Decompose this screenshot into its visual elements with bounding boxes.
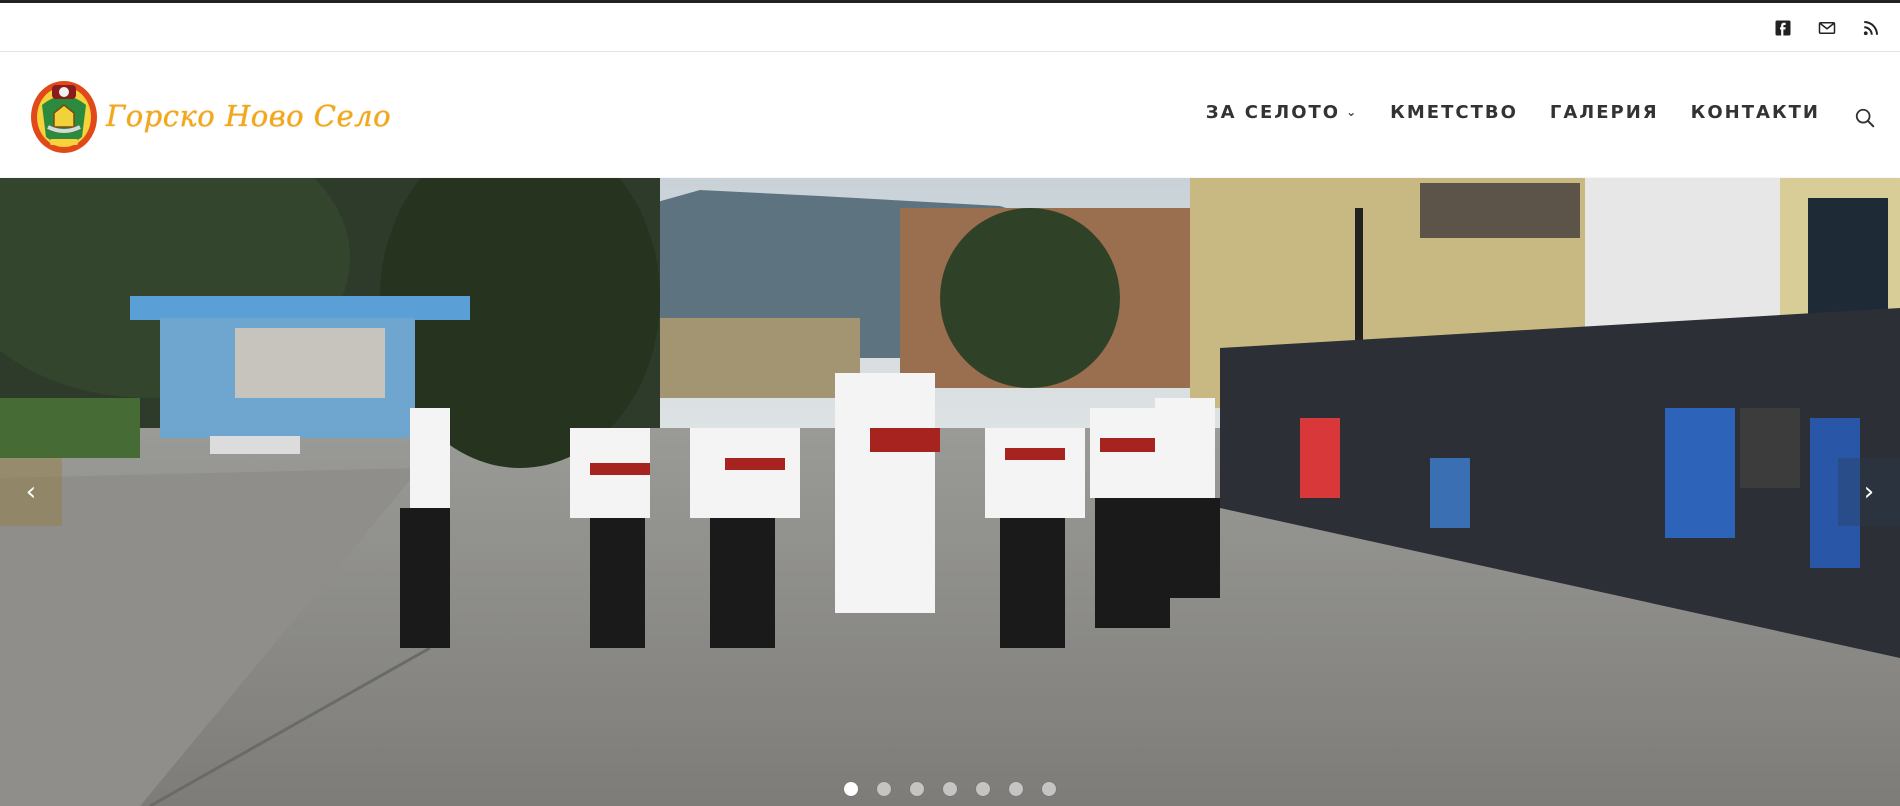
slider-prev-button[interactable]: ‹ [0,458,62,526]
facebook-icon[interactable] [1772,17,1794,39]
nav-item-za-seloto[interactable]: ЗА СЕЛОТО ⌄ [1206,102,1358,123]
hero-slide-image [0,178,1900,806]
site-title: Горско Ново Село [106,99,392,133]
slider-dot[interactable] [976,782,990,796]
slider-dot[interactable] [943,782,957,796]
nav-item-galeriya[interactable]: ГАЛЕРИЯ [1550,102,1659,123]
search-button[interactable] [1852,105,1878,131]
slider-dot[interactable] [844,782,858,796]
nav-item-kontakti[interactable]: КОНТАКТИ [1691,102,1820,123]
chevron-down-icon: ⌄ [1346,104,1359,119]
slider-dot[interactable] [1042,782,1056,796]
site-header: Горско Ново Село ЗА СЕЛОТО ⌄ КМЕТСТВО ГА… [0,53,1900,177]
main-navigation: ЗА СЕЛОТО ⌄ КМЕТСТВО ГАЛЕРИЯ КОНТАКТИ [1206,102,1820,123]
slider-dot[interactable] [877,782,891,796]
nav-item-kmetstvo[interactable]: КМЕТСТВО [1390,102,1518,123]
chevron-right-icon: › [1863,477,1875,507]
nav-item-label: КОНТАКТИ [1690,102,1820,123]
rss-icon[interactable] [1860,17,1882,39]
nav-item-label: ЗА СЕЛОТО [1205,102,1341,123]
village-emblem-icon [31,81,97,153]
slider-dot[interactable] [1009,782,1023,796]
social-links [1772,17,1882,39]
nav-item-label: ГАЛЕРИЯ [1549,102,1659,123]
top-social-bar [0,0,1900,52]
site-logo[interactable]: Горско Ново Село [28,77,391,155]
slider-dot[interactable] [910,782,924,796]
hero-slider: ‹ › [0,178,1900,806]
search-icon [1855,108,1875,128]
mail-icon[interactable] [1816,17,1838,39]
nav-item-label: КМЕТСТВО [1390,102,1518,123]
slider-next-button[interactable]: › [1838,458,1900,526]
slider-pagination [844,782,1056,796]
chevron-left-icon: ‹ [25,477,37,507]
